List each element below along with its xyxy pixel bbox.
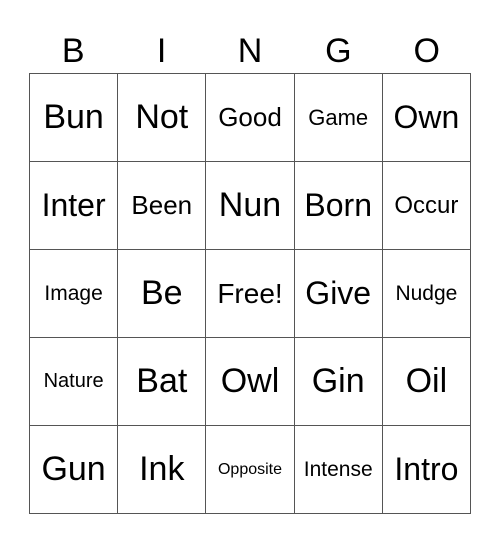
free-space-cell[interactable]: Free!	[206, 250, 295, 338]
bingo-cell[interactable]: Bun	[30, 74, 119, 162]
bingo-cell[interactable]: Ink	[118, 426, 207, 514]
bingo-cell[interactable]: Oil	[382, 338, 471, 426]
bingo-header: B I N G O	[29, 30, 471, 73]
bingo-cell[interactable]: Intense	[294, 426, 383, 514]
bingo-cell[interactable]: Nudge	[382, 250, 471, 338]
bingo-cell[interactable]: Occur	[382, 162, 471, 250]
bingo-cell[interactable]: Game	[294, 74, 383, 162]
bingo-cell[interactable]: Image	[30, 250, 119, 338]
bingo-cell[interactable]: Bat	[118, 338, 207, 426]
bingo-cell[interactable]: Not	[118, 74, 207, 162]
header-letter-o: O	[413, 32, 440, 70]
bingo-cell[interactable]: Born	[294, 162, 383, 250]
bingo-cell[interactable]: Gun	[30, 426, 119, 514]
bingo-cell[interactable]: Give	[294, 250, 383, 338]
bingo-cell[interactable]: Nature	[30, 338, 119, 426]
bingo-cell[interactable]: Owl	[206, 338, 295, 426]
header-letter-i: I	[156, 32, 167, 70]
bingo-cell[interactable]: Good	[206, 74, 295, 162]
bingo-grid: Bun Not Good Game Own Inter Been Nun Bor…	[29, 73, 471, 514]
bingo-cell[interactable]: Intro	[382, 426, 471, 514]
header-letter-g: G	[325, 32, 352, 70]
bingo-cell[interactable]: Been	[118, 162, 207, 250]
bingo-cell[interactable]: Be	[118, 250, 207, 338]
bingo-cell[interactable]: Opposite	[206, 426, 295, 514]
bingo-cell[interactable]: Own	[382, 74, 471, 162]
header-letter-b: B	[61, 32, 85, 70]
bingo-cell[interactable]: Gin	[294, 338, 383, 426]
bingo-cell[interactable]: Inter	[30, 162, 119, 250]
header-letter-n: N	[237, 32, 263, 70]
bingo-cell[interactable]: Nun	[206, 162, 295, 250]
